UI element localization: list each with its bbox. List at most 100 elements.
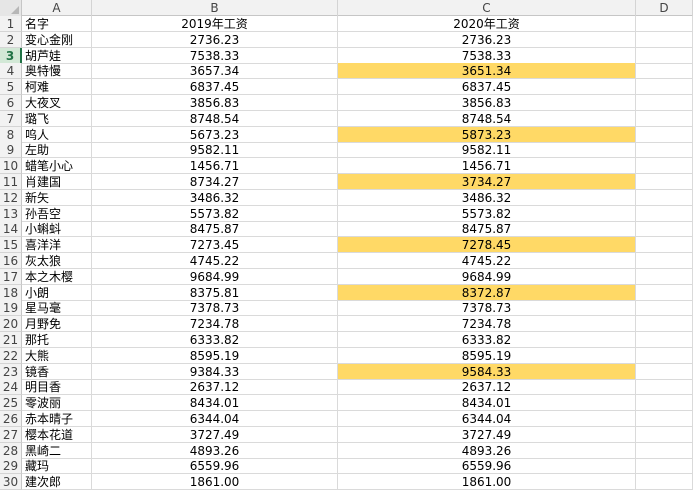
salary-2019-cell[interactable]: 7378.73 [92, 300, 338, 316]
salary-2019-cell[interactable]: 6344.04 [92, 411, 338, 427]
row-header[interactable]: 17 [0, 269, 22, 285]
name-cell[interactable]: 镜香 [22, 364, 92, 380]
row-header[interactable]: 2 [0, 32, 22, 48]
salary-2020-cell[interactable]: 3856.83 [338, 95, 636, 111]
row-header[interactable]: 13 [0, 206, 22, 222]
salary-2019-cell[interactable]: 3486.32 [92, 190, 338, 206]
select-all-corner[interactable] [0, 0, 22, 16]
name-cell[interactable]: 星马毫 [22, 300, 92, 316]
row-header[interactable]: 22 [0, 348, 22, 364]
salary-2020-cell[interactable]: 8748.54 [338, 111, 636, 127]
empty-cell[interactable] [636, 379, 693, 395]
salary-2020-cell[interactable]: 7378.73 [338, 300, 636, 316]
name-cell[interactable]: 藏玛 [22, 458, 92, 474]
column-header-d[interactable]: D [636, 0, 693, 16]
column-header-c[interactable]: C [338, 0, 636, 16]
row-header[interactable]: 7 [0, 111, 22, 127]
salary-2019-cell[interactable]: 8375.81 [92, 285, 338, 301]
header-cell-name[interactable]: 名字 [22, 16, 92, 32]
empty-cell[interactable] [636, 158, 693, 174]
salary-2019-cell[interactable]: 6559.96 [92, 458, 338, 474]
salary-2020-cell[interactable]: 6559.96 [338, 458, 636, 474]
row-header[interactable]: 6 [0, 95, 22, 111]
empty-cell[interactable] [636, 237, 693, 253]
salary-2019-cell[interactable]: 2736.23 [92, 32, 338, 48]
salary-2020-cell[interactable]: 5573.82 [338, 206, 636, 222]
salary-2020-cell[interactable]: 8475.87 [338, 221, 636, 237]
row-header[interactable]: 1 [0, 16, 22, 32]
salary-2019-cell[interactable]: 7273.45 [92, 237, 338, 253]
empty-cell[interactable] [636, 95, 693, 111]
name-cell[interactable]: 孙吾空 [22, 206, 92, 222]
salary-2019-cell[interactable]: 9684.99 [92, 269, 338, 285]
empty-cell[interactable] [636, 364, 693, 380]
name-cell[interactable]: 樱本花道 [22, 427, 92, 443]
salary-2019-cell[interactable]: 8595.19 [92, 348, 338, 364]
empty-cell[interactable] [636, 190, 693, 206]
name-cell[interactable]: 喜洋洋 [22, 237, 92, 253]
salary-2020-cell[interactable]: 6333.82 [338, 332, 636, 348]
name-cell[interactable]: 零波丽 [22, 395, 92, 411]
salary-2020-cell[interactable]: 4745.22 [338, 253, 636, 269]
name-cell[interactable]: 胡芦娃 [22, 48, 92, 64]
row-header[interactable]: 27 [0, 427, 22, 443]
salary-2019-cell[interactable]: 6333.82 [92, 332, 338, 348]
name-cell[interactable]: 灰太狼 [22, 253, 92, 269]
salary-2020-cell[interactable]: 4893.26 [338, 443, 636, 459]
row-header[interactable]: 18 [0, 285, 22, 301]
name-cell[interactable]: 月野免 [22, 316, 92, 332]
name-cell[interactable]: 奥特慢 [22, 63, 92, 79]
row-header[interactable]: 19 [0, 300, 22, 316]
column-header-b[interactable]: B [92, 0, 338, 16]
row-header[interactable]: 25 [0, 395, 22, 411]
salary-2020-cell-highlighted[interactable]: 8372.87 [338, 285, 636, 301]
salary-2020-cell-highlighted[interactable]: 3734.27 [338, 174, 636, 190]
name-cell[interactable]: 左助 [22, 142, 92, 158]
empty-cell[interactable] [636, 48, 693, 64]
row-header[interactable]: 24 [0, 379, 22, 395]
salary-2019-cell[interactable]: 1456.71 [92, 158, 338, 174]
name-cell[interactable]: 变心金刚 [22, 32, 92, 48]
row-header[interactable]: 14 [0, 221, 22, 237]
empty-cell[interactable] [636, 443, 693, 459]
salary-2020-cell[interactable]: 6344.04 [338, 411, 636, 427]
empty-cell[interactable] [636, 474, 693, 490]
row-header[interactable]: 5 [0, 79, 22, 95]
name-cell[interactable]: 新矢 [22, 190, 92, 206]
salary-2020-cell-highlighted[interactable]: 7278.45 [338, 237, 636, 253]
name-cell[interactable]: 小蝌蚪 [22, 221, 92, 237]
empty-cell[interactable] [636, 411, 693, 427]
name-cell[interactable]: 呜人 [22, 127, 92, 143]
empty-cell[interactable] [636, 269, 693, 285]
empty-cell[interactable] [636, 79, 693, 95]
salary-2020-cell[interactable]: 8595.19 [338, 348, 636, 364]
empty-cell[interactable] [636, 142, 693, 158]
name-cell[interactable]: 柯难 [22, 79, 92, 95]
empty-cell[interactable] [636, 300, 693, 316]
empty-cell[interactable] [636, 332, 693, 348]
name-cell[interactable]: 蜡笔小心 [22, 158, 92, 174]
row-header[interactable]: 12 [0, 190, 22, 206]
row-header[interactable]: 20 [0, 316, 22, 332]
salary-2019-cell[interactable]: 5573.82 [92, 206, 338, 222]
salary-2020-cell[interactable]: 9582.11 [338, 142, 636, 158]
empty-cell[interactable] [636, 32, 693, 48]
salary-2019-cell[interactable]: 8434.01 [92, 395, 338, 411]
salary-2020-cell[interactable]: 6837.45 [338, 79, 636, 95]
name-cell[interactable]: 璐飞 [22, 111, 92, 127]
empty-cell[interactable] [636, 206, 693, 222]
salary-2020-cell[interactable]: 7538.33 [338, 48, 636, 64]
salary-2020-cell-highlighted[interactable]: 3651.34 [338, 63, 636, 79]
name-cell[interactable]: 大熊 [22, 348, 92, 364]
empty-cell[interactable] [636, 458, 693, 474]
salary-2019-cell[interactable]: 8734.27 [92, 174, 338, 190]
name-cell[interactable]: 明目香 [22, 379, 92, 395]
salary-2019-cell[interactable]: 3657.34 [92, 63, 338, 79]
salary-2019-cell[interactable]: 8748.54 [92, 111, 338, 127]
name-cell[interactable]: 黑崎二 [22, 443, 92, 459]
row-header[interactable]: 11 [0, 174, 22, 190]
empty-cell[interactable] [636, 316, 693, 332]
salary-2019-cell[interactable]: 7234.78 [92, 316, 338, 332]
row-header[interactable]: 29 [0, 458, 22, 474]
salary-2019-cell[interactable]: 8475.87 [92, 221, 338, 237]
